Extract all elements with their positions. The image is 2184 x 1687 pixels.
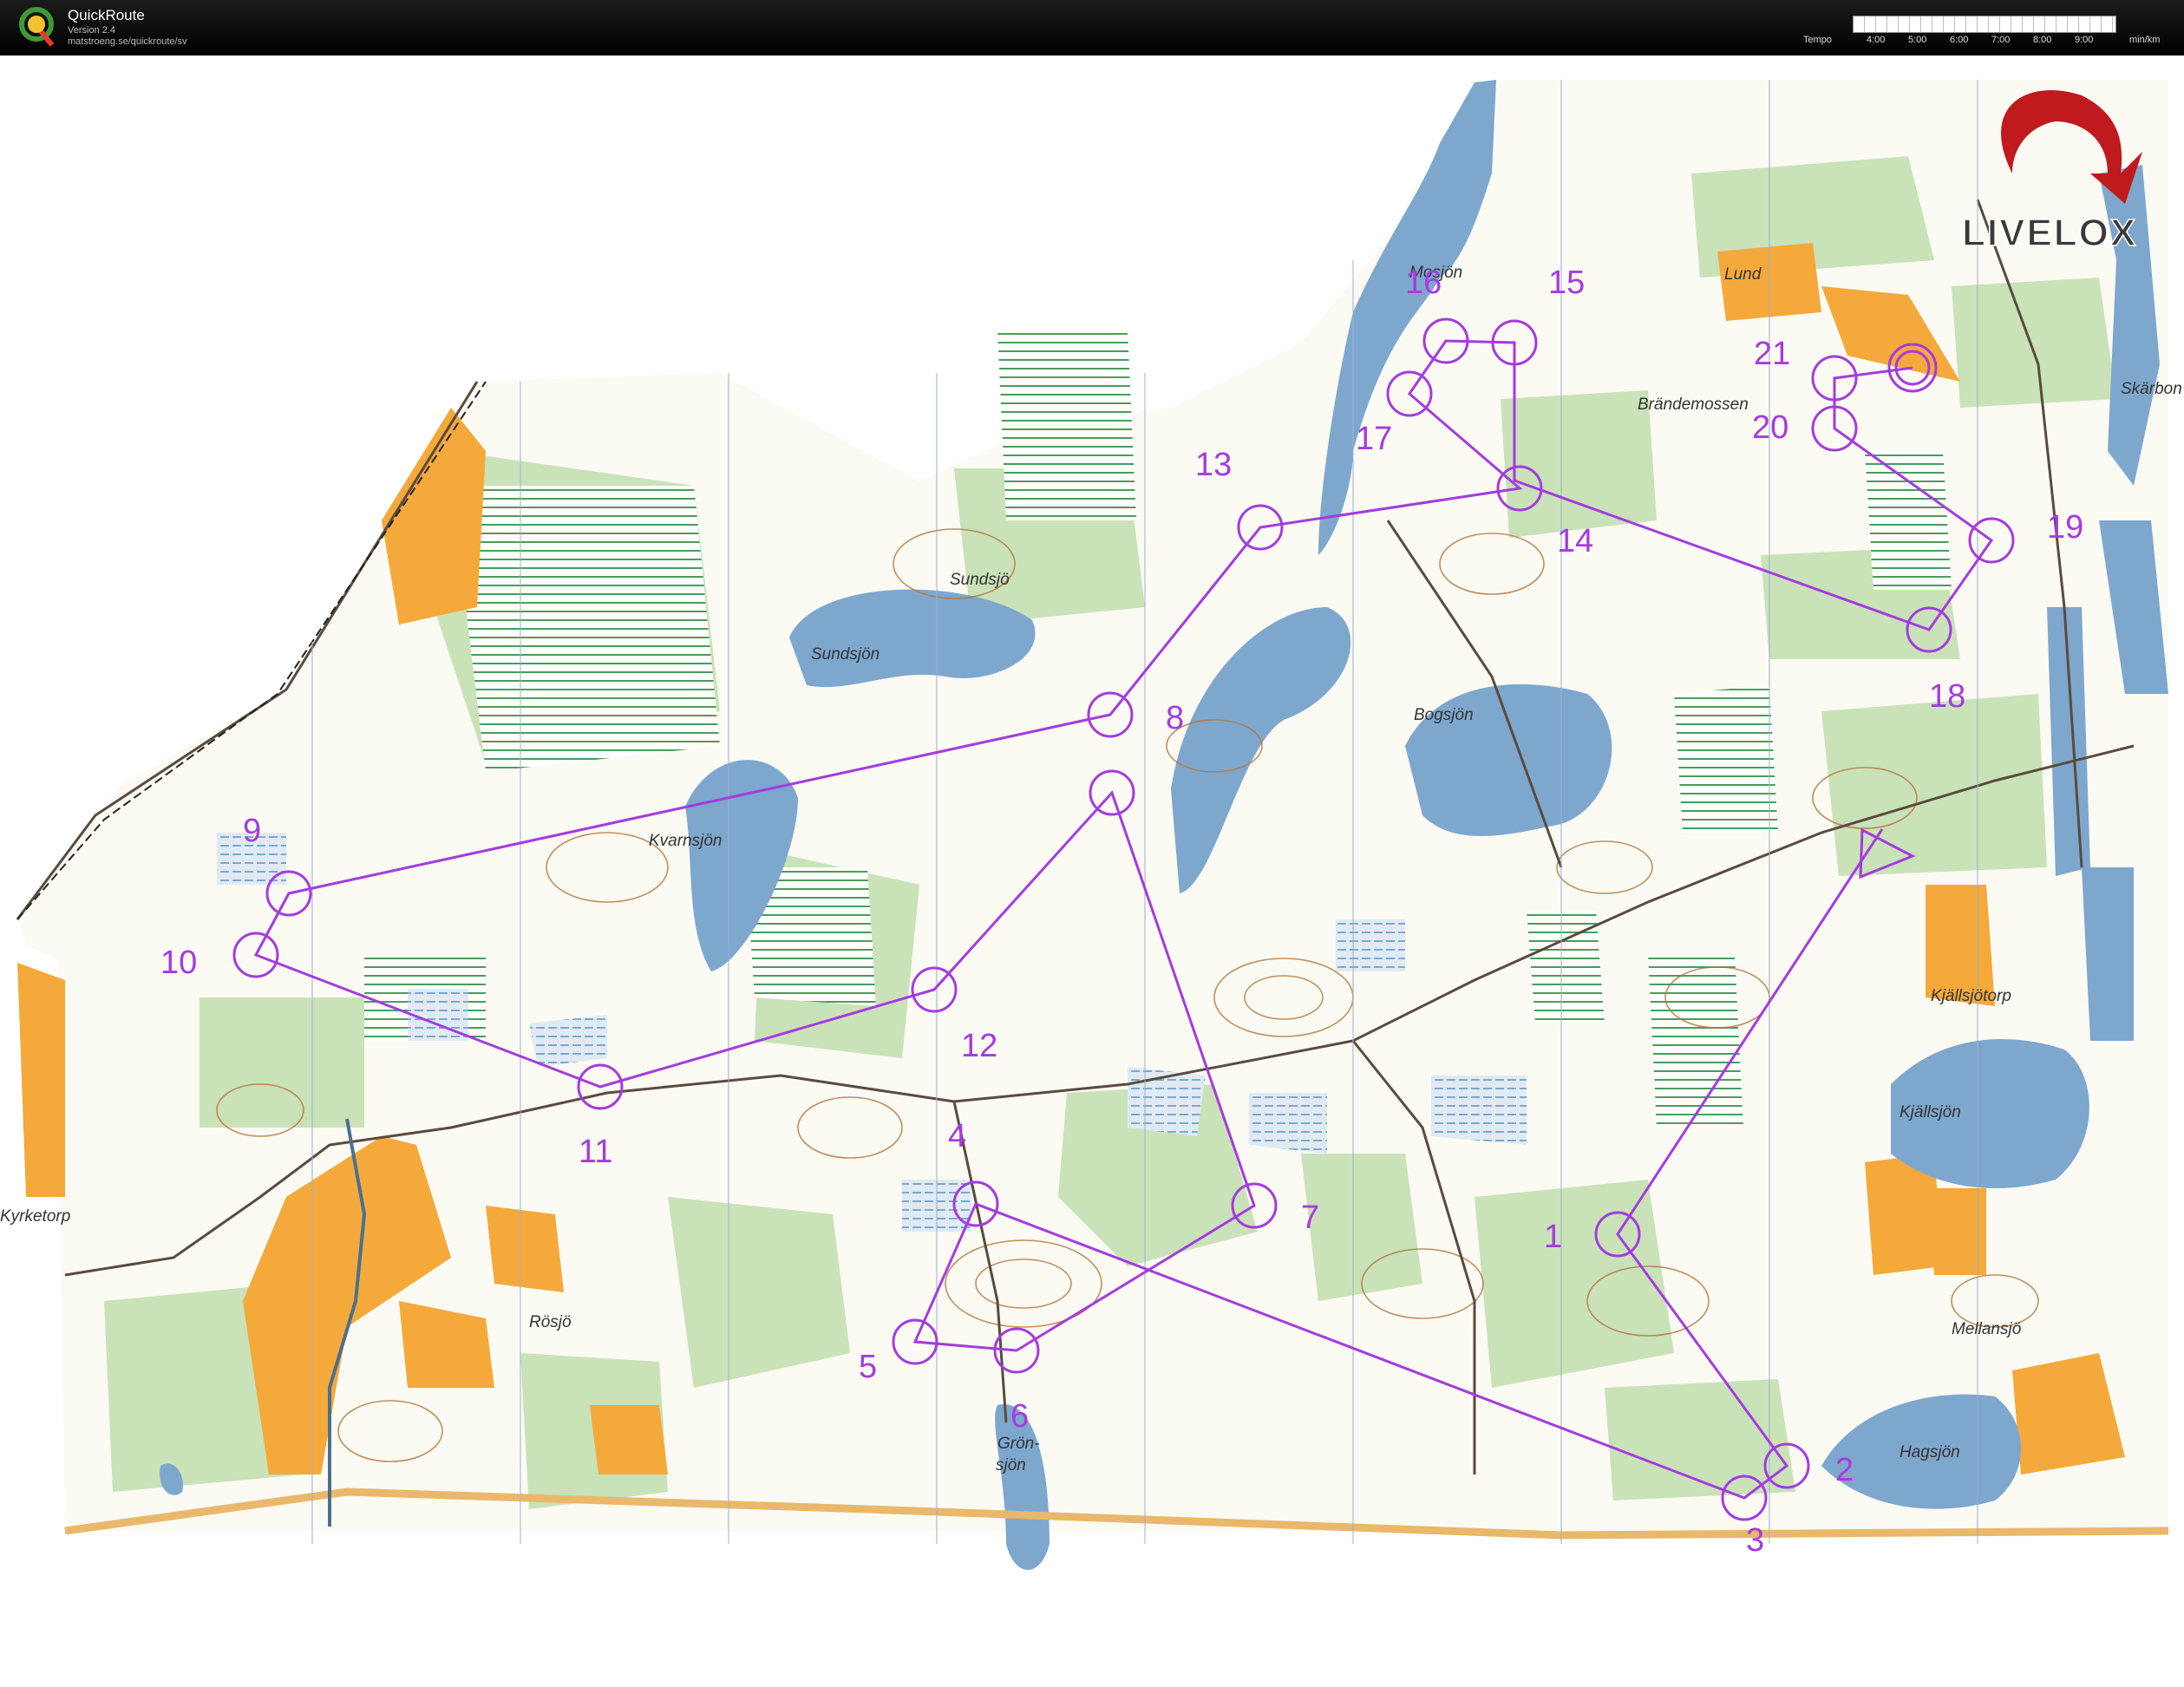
place-name-sjon: sjön bbox=[996, 1456, 1026, 1474]
control-number: 8 bbox=[1166, 700, 1184, 736]
quickroute-logo-icon bbox=[19, 7, 55, 47]
control-number: 13 bbox=[1195, 447, 1232, 483]
tempo-color-scale bbox=[1853, 16, 2116, 33]
control-number: 3 bbox=[1746, 1522, 1764, 1559]
title-bar: QuickRoute Version 2.4 matstroeng.se/qui… bbox=[0, 0, 2184, 56]
tempo-tick: 4:00 bbox=[1867, 35, 1886, 45]
tempo-tick: 5:00 bbox=[1908, 35, 1927, 45]
control-number: 1 bbox=[1544, 1219, 1562, 1255]
control-number: 6 bbox=[1010, 1398, 1029, 1435]
place-name-mellansjo: Mellansjö bbox=[1952, 1320, 2022, 1338]
place-name-kyrketorp: Kyrketorp bbox=[0, 1207, 70, 1226]
place-name-brandemossen: Brändemossen bbox=[1638, 396, 1749, 414]
place-name-kjallsjotorp: Kjällsjötorp bbox=[1931, 987, 2011, 1005]
place-name-lund: Lund bbox=[1724, 265, 1762, 284]
tempo-tick: 6:00 bbox=[1950, 35, 1969, 45]
livelox-wordmark: LIVELOX bbox=[1962, 212, 2137, 254]
tempo-unit: min/km bbox=[2129, 35, 2161, 45]
place-name-sundsjon: Sundsjön bbox=[811, 645, 879, 664]
place-name-skarbon: Skärbon bbox=[2121, 380, 2182, 398]
control-number: 21 bbox=[1754, 336, 1790, 372]
control-number: 10 bbox=[160, 945, 197, 981]
place-name-gron: Grön- bbox=[997, 1435, 1040, 1453]
control-number: 20 bbox=[1752, 409, 1788, 446]
app-version: Version 2.4 bbox=[68, 25, 116, 36]
control-number: 7 bbox=[1301, 1200, 1319, 1236]
tempo-tick: 8:00 bbox=[2033, 35, 2052, 45]
control-number: 18 bbox=[1929, 678, 1965, 715]
tempo-label: Tempo bbox=[1803, 35, 1833, 45]
control-number: 2 bbox=[1835, 1452, 1854, 1488]
place-name-sundsjo: Sundsjö bbox=[950, 571, 1010, 589]
tempo-tick: 7:00 bbox=[1991, 35, 2011, 45]
orienteering-map[interactable]: Sundsjö Sundsjön Kvarnsjön Bogsjön Kjäll… bbox=[0, 56, 2184, 1687]
control-number: 16 bbox=[1405, 265, 1442, 301]
control-number: 17 bbox=[1356, 421, 1392, 457]
control-number: 15 bbox=[1548, 265, 1585, 301]
place-name-kjallsjon: Kjällsjön bbox=[1900, 1103, 1961, 1121]
control-number: 19 bbox=[2047, 509, 2083, 546]
control-number: 4 bbox=[948, 1118, 966, 1154]
place-name-kvarnsjon: Kvarnsjön bbox=[649, 832, 723, 850]
map-base bbox=[16, 80, 2169, 1570]
place-name-hagsjon: Hagsjön bbox=[1900, 1443, 1960, 1461]
control-number: 14 bbox=[1557, 523, 1593, 559]
control-number: 12 bbox=[961, 1028, 997, 1064]
place-name-bogsjon: Bogsjön bbox=[1414, 706, 1474, 724]
tempo-tick: 9:00 bbox=[2075, 35, 2094, 45]
place-name-rosjo: Rösjö bbox=[529, 1313, 572, 1331]
control-number: 9 bbox=[243, 813, 261, 849]
control-number: 11 bbox=[579, 1134, 612, 1170]
app-url[interactable]: matstroeng.se/quickroute/sv bbox=[68, 36, 187, 47]
app-name: QuickRoute bbox=[68, 7, 145, 23]
control-number: 5 bbox=[859, 1349, 877, 1385]
